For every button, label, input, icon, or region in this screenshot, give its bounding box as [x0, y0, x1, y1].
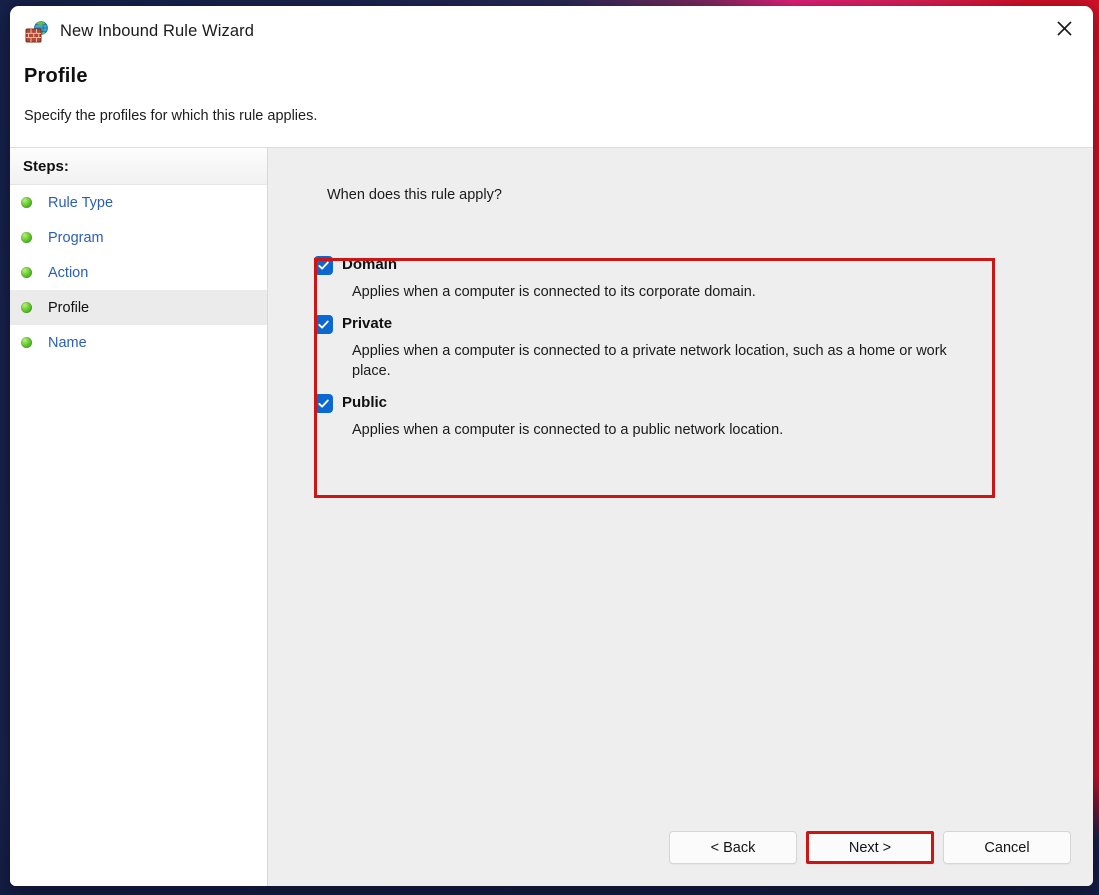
step-bullet-icon	[21, 302, 32, 313]
sidebar-item-label: Action	[48, 264, 89, 281]
sidebar-item-label: Program	[48, 229, 104, 246]
step-bullet-icon	[21, 267, 32, 278]
checkbox-checked-icon[interactable]	[314, 315, 333, 334]
option-label: Public	[342, 394, 388, 411]
back-button[interactable]: < Back	[669, 831, 797, 864]
firewall-globe-icon	[24, 20, 50, 44]
option-private-row[interactable]: Private	[314, 314, 995, 334]
wizard-body: Steps: Rule Type Program Action Profile	[10, 148, 1093, 886]
sidebar-item-rule-type[interactable]: Rule Type	[10, 185, 267, 220]
page-title: Profile	[24, 65, 88, 87]
window-title: New Inbound Rule Wizard	[60, 22, 254, 40]
profile-options-group: Domain Applies when a computer is connec…	[314, 255, 995, 442]
option-public-row[interactable]: Public	[314, 393, 995, 413]
wizard-window: New Inbound Rule Wizard Profile Specify …	[10, 6, 1093, 886]
sidebar-item-label: Name	[48, 334, 87, 351]
sidebar-item-profile[interactable]: Profile	[10, 290, 267, 325]
option-domain: Domain Applies when a computer is connec…	[314, 255, 995, 302]
wizard-footer: < Back Next > Cancel	[669, 831, 1071, 864]
option-label: Domain	[342, 256, 398, 273]
option-private: Private Applies when a computer is conne…	[314, 314, 995, 381]
sidebar-item-program[interactable]: Program	[10, 220, 267, 255]
checkbox-checked-icon[interactable]	[314, 394, 333, 413]
title-bar: New Inbound Rule Wizard	[10, 6, 1093, 57]
question-label: When does this rule apply?	[327, 187, 502, 203]
close-icon[interactable]	[1035, 6, 1093, 50]
option-description: Applies when a computer is connected to …	[352, 422, 784, 438]
sidebar-item-name[interactable]: Name	[10, 325, 267, 360]
desktop-backdrop: New Inbound Rule Wizard Profile Specify …	[0, 0, 1099, 895]
steps-heading: Steps:	[10, 148, 267, 185]
sidebar-item-label: Rule Type	[48, 194, 114, 211]
option-label: Private	[342, 315, 393, 332]
sidebar-item-label: Profile	[48, 299, 90, 316]
option-domain-row[interactable]: Domain	[314, 255, 995, 275]
option-description: Applies when a computer is connected to …	[352, 284, 756, 300]
step-bullet-icon	[21, 197, 32, 208]
cancel-button[interactable]: Cancel	[943, 831, 1071, 864]
steps-sidebar: Steps: Rule Type Program Action Profile	[10, 148, 268, 886]
page-subtitle: Specify the profiles for which this rule…	[24, 108, 318, 124]
option-public: Public Applies when a computer is connec…	[314, 393, 995, 440]
next-button[interactable]: Next >	[806, 831, 934, 864]
step-bullet-icon	[21, 337, 32, 348]
content-pane: When does this rule apply? Domain Applie…	[268, 148, 1093, 886]
checkbox-checked-icon[interactable]	[314, 256, 333, 275]
sidebar-item-action[interactable]: Action	[10, 255, 267, 290]
wizard-header: Profile Specify the profiles for which t…	[10, 57, 1093, 148]
step-bullet-icon	[21, 232, 32, 243]
option-description: Applies when a computer is connected to …	[352, 343, 947, 379]
